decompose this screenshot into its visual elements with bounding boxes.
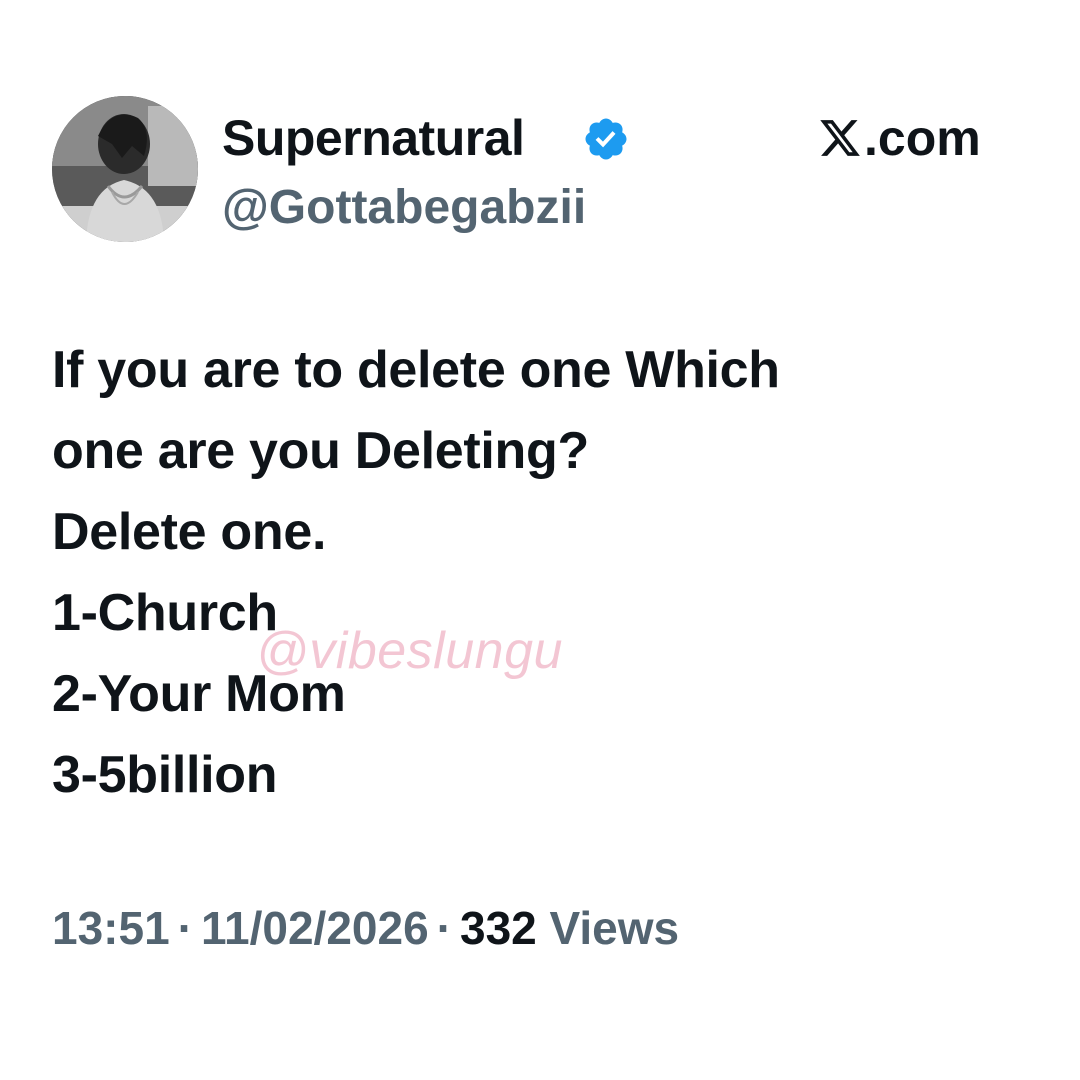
avatar-photo [52, 96, 198, 242]
tweet-date[interactable]: 11/02/2026 [201, 902, 429, 954]
handle[interactable]: @Gottabegabzii [222, 178, 586, 238]
tweet-line: Delete one. [52, 503, 327, 561]
watermark: @vibeslungu [256, 622, 563, 680]
avatar[interactable] [52, 96, 198, 242]
tweet-line: one are you Deleting? [52, 422, 589, 480]
x-logo-icon [820, 120, 860, 156]
views-label: Views [549, 902, 680, 954]
tweet-meta: 13:51 · 11/02/2026 · 332 Views [52, 898, 679, 958]
x-com-logo: .com [818, 108, 981, 168]
tweet-line: 3-5billion [52, 746, 278, 804]
x-com-suffix: .com [864, 110, 981, 166]
separator: · [177, 902, 193, 954]
tweet-time[interactable]: 13:51 [52, 902, 170, 954]
verified-badge-icon [585, 118, 627, 160]
display-name[interactable]: Supernatural [222, 108, 525, 168]
tweet-line: If you are to delete one Which [52, 341, 780, 399]
separator: · [436, 902, 452, 954]
views-count: 332 [460, 902, 537, 954]
tweet-text: If you are to delete one Which one are y… [52, 330, 1042, 816]
